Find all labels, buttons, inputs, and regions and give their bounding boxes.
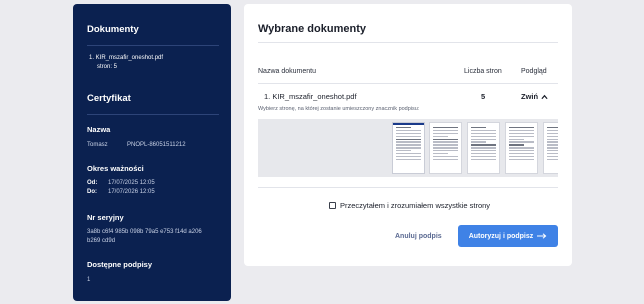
divider (258, 42, 558, 43)
page-thumbnail-4[interactable] (505, 122, 538, 174)
certificate-title: Certyfikat (87, 93, 131, 104)
confirm-read-checkbox[interactable] (329, 202, 336, 209)
name-value: Tomasz (87, 142, 108, 148)
to-label: Do: (87, 189, 97, 195)
validity-label: Okres ważności (87, 164, 144, 173)
validity-from: Od: (87, 179, 97, 188)
document-pages: stron: 5 (97, 63, 118, 70)
name-id: PNOPL-86051511212 (127, 142, 186, 148)
documents-title: Dokumenty (87, 24, 139, 35)
cancel-signature-button[interactable]: Anuluj podpis (395, 233, 442, 240)
page-thumbnail-1[interactable] (392, 122, 425, 174)
to-value: 17/07/2026 12:05 (108, 189, 155, 195)
column-header-pages: Liczba stron (464, 68, 502, 75)
validity-to: Do: (87, 188, 97, 197)
selected-documents-panel: Wybrane dokumenty Nazwa dokumentu Liczba… (244, 4, 572, 266)
document-row-name: 1. KIR_mszafir_oneshot.pdf (264, 92, 357, 101)
collapse-label: Zwiń (521, 92, 539, 101)
chevron-up-icon (541, 94, 548, 100)
collapse-preview-button[interactable]: Zwiń (521, 92, 548, 101)
signatures-label: Dostępne podpisy (87, 260, 153, 269)
arrow-right-icon (537, 233, 547, 239)
page-thumbnail-5[interactable] (543, 122, 558, 174)
document-list-item: 1. KIR_mszafir_oneshot.pdf stron: 5 (89, 54, 163, 71)
column-header-name: Nazwa dokumentu (258, 68, 316, 75)
serial-value: 3a8b c6f4 985b 098b 79a5 e753 f14d a206 … (87, 228, 202, 245)
page-select-hint: Wybierz stronę, na której zostanie umies… (258, 106, 420, 112)
serial-line-2: b269 cd9d (87, 237, 116, 244)
serial-line-1: 3a8b c6f4 985b 098b 79a5 e753 f14d a206 (87, 229, 202, 235)
page-thumbnail-2[interactable] (429, 122, 462, 174)
certificate-sidebar: Dokumenty 1. KIR_mszafir_oneshot.pdf str… (73, 4, 231, 301)
authorize-label: Autoryzuj i podpisz (468, 232, 534, 240)
divider (87, 45, 219, 46)
name-label: Nazwa (87, 125, 111, 134)
confirm-read-checkbox-row[interactable]: Przeczytałem i zrozumiałem wszystkie str… (329, 201, 490, 210)
from-value: 17/07/2025 12:05 (108, 180, 155, 186)
divider (258, 83, 558, 84)
serial-label: Nr seryjny (87, 213, 124, 222)
authorize-sign-button[interactable]: Autoryzuj i podpisz (458, 225, 558, 247)
confirm-read-label: Przeczytałem i zrozumiałem wszystkie str… (340, 201, 491, 210)
signatures-value: 1 (87, 277, 91, 283)
document-row-pages: 5 (481, 92, 486, 101)
page-title: Wybrane dokumenty (258, 23, 366, 35)
page-thumbnail-strip (258, 119, 558, 177)
document-name: 1. KIR_mszafir_oneshot.pdf (89, 55, 164, 61)
divider (87, 114, 219, 115)
column-header-preview: Podgląd (521, 68, 547, 75)
divider (258, 187, 558, 188)
from-label: Od: (87, 180, 98, 186)
page-thumbnail-3[interactable] (467, 122, 500, 174)
